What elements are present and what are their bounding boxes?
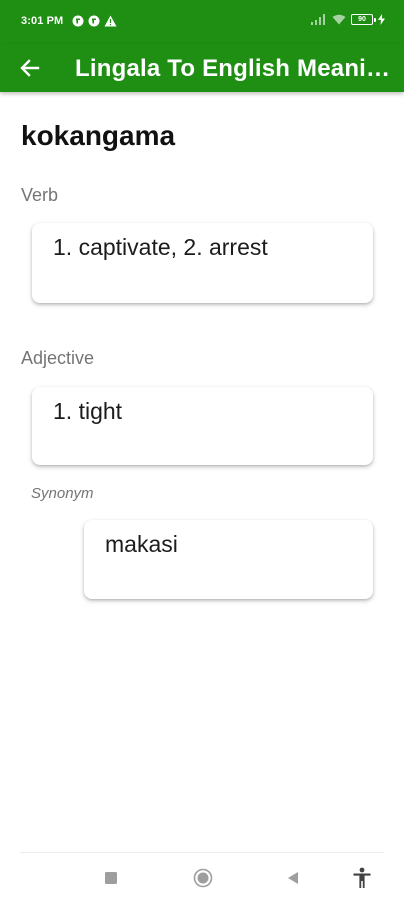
signal-icon	[311, 14, 325, 25]
notification-icon	[88, 15, 100, 27]
synonym-text: makasi	[105, 531, 178, 557]
word-title: kokangama	[21, 120, 176, 151]
home-circle-icon	[193, 868, 213, 888]
meaning-text: 1. captivate, 2. arrest	[53, 234, 268, 260]
recents-square-icon	[105, 872, 117, 884]
notification-icon	[72, 15, 84, 27]
back-nav-button[interactable]	[278, 863, 308, 893]
nav-divider	[20, 852, 384, 853]
meaning-card[interactable]: 1. captivate, 2. arrest	[32, 223, 373, 303]
back-triangle-icon	[288, 872, 298, 884]
part-of-speech-label: Verb	[21, 185, 59, 205]
app-title: Lingala To English Meaning	[75, 55, 393, 82]
synonym-label: Synonym	[31, 485, 94, 502]
arrow-left-icon	[20, 59, 40, 77]
app-bar: Lingala To English Meaning	[0, 44, 404, 92]
navigation-bar	[0, 855, 404, 900]
warning-icon	[104, 15, 117, 27]
battery-icon: 90	[351, 14, 376, 25]
meaning-text: 1. tight	[53, 398, 123, 424]
synonym-card[interactable]: makasi	[84, 520, 373, 599]
recents-button[interactable]	[96, 863, 126, 893]
status-notifications	[72, 15, 117, 27]
battery-level: 90	[358, 16, 366, 23]
home-button[interactable]	[188, 863, 218, 893]
charging-icon	[378, 14, 385, 25]
back-button[interactable]	[10, 50, 50, 86]
meaning-card[interactable]: 1. tight	[32, 387, 373, 465]
status-time: 3:01 PM	[21, 15, 64, 27]
status-bar: 3:01 PM 90	[0, 0, 404, 44]
wifi-icon	[332, 14, 346, 25]
status-system-icons: 90	[311, 14, 385, 25]
accessibility-button[interactable]	[347, 863, 377, 893]
screen: 3:01 PM 90 Lingala To English Meaning ko…	[0, 0, 404, 900]
part-of-speech-label: Adjective	[21, 348, 95, 368]
accessibility-icon	[353, 867, 371, 888]
